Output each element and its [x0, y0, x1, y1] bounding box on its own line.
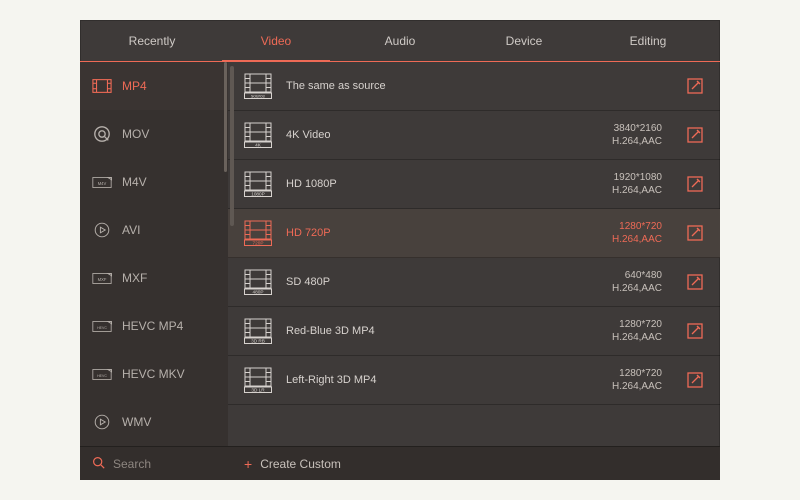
- search-input[interactable]: [113, 457, 203, 471]
- sidebar-item-m4v[interactable]: M4V M4V: [80, 158, 228, 206]
- edit-preset-button[interactable]: [686, 175, 704, 193]
- sidebar-item-wmv[interactable]: WMV: [80, 398, 228, 446]
- preset-film-icon: 480P: [244, 269, 272, 295]
- preset-row[interactable]: 4K 4K Video 3840*2160H.264,AAC: [228, 111, 720, 160]
- edit-preset-button[interactable]: [686, 322, 704, 340]
- category-tabs: Recently Video Audio Device Editing: [80, 20, 720, 62]
- preset-name: Red-Blue 3D MP4: [286, 325, 564, 337]
- sidebar-scrollbar[interactable]: [224, 62, 227, 172]
- preset-film-icon: 4K: [244, 122, 272, 148]
- format-sidebar: MP4 MOV M4V M4V AVI: [80, 62, 228, 446]
- sidebar-item-hevc-mp4[interactable]: HEVC HEVC MP4: [80, 302, 228, 350]
- svg-text:3D RB: 3D RB: [251, 338, 265, 343]
- tab-editing[interactable]: Editing: [586, 20, 710, 61]
- create-custom-label: Create Custom: [260, 457, 341, 471]
- preset-film-icon: 1080P: [244, 171, 272, 197]
- preset-meta: 1280*720H.264,AAC: [578, 220, 662, 247]
- bottom-bar: + Create Custom: [80, 446, 720, 480]
- sidebar-item-label: AVI: [122, 223, 140, 237]
- preset-name: Left-Right 3D MP4: [286, 374, 564, 386]
- search-box[interactable]: [80, 447, 228, 480]
- play-circle-icon: [92, 414, 112, 430]
- create-custom-button[interactable]: + Create Custom: [228, 447, 720, 480]
- preset-name: 4K Video: [286, 129, 564, 141]
- sidebar-item-avi[interactable]: AVI: [80, 206, 228, 254]
- preset-meta: 1920*1080H.264,AAC: [578, 171, 662, 198]
- svg-text:source: source: [251, 93, 265, 98]
- sidebar-item-hevc-mkv[interactable]: HEVC HEVC MKV: [80, 350, 228, 398]
- svg-text:480P: 480P: [253, 289, 264, 294]
- svg-text:HEVC: HEVC: [97, 326, 107, 330]
- svg-text:4K: 4K: [255, 142, 262, 147]
- sidebar-item-label: MP4: [122, 79, 147, 93]
- sidebar-item-mp4[interactable]: MP4: [80, 62, 228, 110]
- play-circle-icon: [92, 222, 112, 238]
- sidebar-item-label: MOV: [122, 127, 149, 141]
- edit-preset-button[interactable]: [686, 224, 704, 242]
- preset-row[interactable]: 720P HD 720P 1280*720H.264,AAC: [228, 209, 720, 258]
- tab-video[interactable]: Video: [214, 20, 338, 61]
- svg-text:HEVC: HEVC: [97, 374, 107, 378]
- format-m4v-icon: M4V: [92, 174, 112, 190]
- preset-name: SD 480P: [286, 276, 564, 288]
- edit-preset-button[interactable]: [686, 126, 704, 144]
- svg-text:1080P: 1080P: [251, 191, 265, 196]
- search-icon: [92, 456, 105, 472]
- format-mxf-icon: MXF: [92, 270, 112, 286]
- preset-meta: 1280*720H.264,AAC: [578, 318, 662, 345]
- preset-row[interactable]: 1080P HD 1080P 1920*1080H.264,AAC: [228, 160, 720, 209]
- edit-preset-button[interactable]: [686, 371, 704, 389]
- format-chooser-panel: Recently Video Audio Device Editing MP4 …: [80, 20, 720, 480]
- preset-list-scrollbar[interactable]: [230, 66, 234, 226]
- preset-meta: 3840*2160H.264,AAC: [578, 122, 662, 149]
- preset-name: HD 720P: [286, 227, 564, 239]
- sidebar-item-label: M4V: [122, 175, 147, 189]
- preset-film-icon: 3D RB: [244, 318, 272, 344]
- sidebar-item-mov[interactable]: MOV: [80, 110, 228, 158]
- preset-row[interactable]: 3D LR Left-Right 3D MP4 1280*720H.264,AAC: [228, 356, 720, 405]
- preset-meta: 1280*720H.264,AAC: [578, 367, 662, 394]
- preset-meta: 640*480H.264,AAC: [578, 269, 662, 296]
- tab-device[interactable]: Device: [462, 20, 586, 61]
- main-area: MP4 MOV M4V M4V AVI: [80, 62, 720, 446]
- sidebar-item-label: MXF: [122, 271, 147, 285]
- preset-name: HD 1080P: [286, 178, 564, 190]
- tab-audio[interactable]: Audio: [338, 20, 462, 61]
- sidebar-item-label: HEVC MP4: [122, 319, 183, 333]
- sidebar-item-label: WMV: [122, 415, 151, 429]
- film-icon: [92, 78, 112, 94]
- preset-row[interactable]: 3D RB Red-Blue 3D MP4 1280*720H.264,AAC: [228, 307, 720, 356]
- format-hevc-icon: HEVC: [92, 318, 112, 334]
- preset-film-icon: 3D LR: [244, 367, 272, 393]
- svg-text:3D LR: 3D LR: [251, 387, 265, 392]
- edit-preset-button[interactable]: [686, 273, 704, 291]
- preset-name: The same as source: [286, 80, 564, 92]
- tab-recently[interactable]: Recently: [90, 20, 214, 61]
- plus-icon: +: [244, 456, 252, 472]
- svg-text:720P: 720P: [253, 240, 264, 245]
- svg-text:MXF: MXF: [98, 277, 107, 282]
- format-hevc-icon: HEVC: [92, 366, 112, 382]
- sidebar-item-label: HEVC MKV: [122, 367, 185, 381]
- sidebar-item-mxf[interactable]: MXF MXF: [80, 254, 228, 302]
- preset-film-icon: source: [244, 73, 272, 99]
- edit-preset-button[interactable]: [686, 77, 704, 95]
- preset-row[interactable]: source The same as source: [228, 62, 720, 111]
- svg-text:M4V: M4V: [98, 181, 107, 186]
- preset-film-icon: 720P: [244, 220, 272, 246]
- quicktime-icon: [92, 126, 112, 142]
- preset-list: source The same as source 4K 4K Video 384…: [228, 62, 720, 446]
- preset-row[interactable]: 480P SD 480P 640*480H.264,AAC: [228, 258, 720, 307]
